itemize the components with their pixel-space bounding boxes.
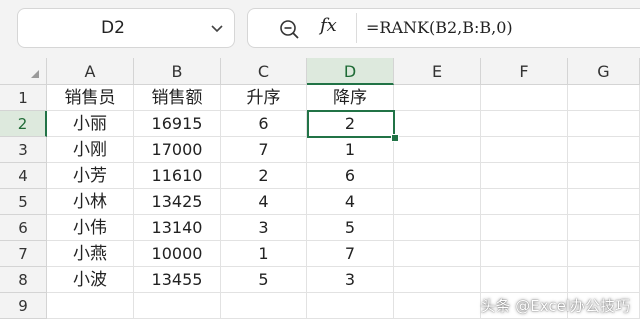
- row-header-5[interactable]: 5: [0, 189, 47, 215]
- cell-d6[interactable]: 5: [307, 215, 394, 241]
- cell-e3[interactable]: [394, 137, 481, 163]
- cell-e1[interactable]: [394, 85, 481, 111]
- spreadsheet-grid: A B C D E F G 1 2 3 4 5 6 7 8 9 销售员 销售额 …: [0, 58, 640, 322]
- cell-f7[interactable]: [481, 241, 568, 267]
- cell-f2[interactable]: [481, 111, 568, 137]
- cell-a8[interactable]: 小波: [47, 267, 134, 293]
- cell-f4[interactable]: [481, 163, 568, 189]
- cell-b4[interactable]: 11610: [134, 163, 221, 189]
- cell-f6[interactable]: [481, 215, 568, 241]
- cell-a7[interactable]: 小燕: [47, 241, 134, 267]
- cell-b2[interactable]: 16915: [134, 111, 221, 137]
- name-box[interactable]: D2: [17, 8, 235, 48]
- cell-a4[interactable]: 小芳: [47, 163, 134, 189]
- column-header-a[interactable]: A: [47, 58, 134, 85]
- row-header-3[interactable]: 3: [0, 137, 47, 163]
- cell-g1[interactable]: [568, 85, 640, 111]
- cell-g5[interactable]: [568, 189, 640, 215]
- cell-f1[interactable]: [481, 85, 568, 111]
- column-header-e[interactable]: E: [394, 58, 481, 85]
- column-header-c[interactable]: C: [221, 58, 307, 85]
- cell-e7[interactable]: [394, 241, 481, 267]
- cell-c4[interactable]: 2: [221, 163, 307, 189]
- cell-d8[interactable]: 3: [307, 267, 394, 293]
- row-header-2[interactable]: 2: [0, 111, 47, 137]
- cell-b8[interactable]: 13455: [134, 267, 221, 293]
- cell-b7[interactable]: 10000: [134, 241, 221, 267]
- cell-b6[interactable]: 13140: [134, 215, 221, 241]
- cell-e9[interactable]: [394, 293, 481, 319]
- formula-toolbar: D2 fx =RANK(B2,B:B,0): [0, 0, 640, 58]
- cell-g3[interactable]: [568, 137, 640, 163]
- cell-f3[interactable]: [481, 137, 568, 163]
- cell-c6[interactable]: 3: [221, 215, 307, 241]
- cell-f5[interactable]: [481, 189, 568, 215]
- cell-d2[interactable]: 2: [307, 111, 394, 137]
- watermark: 头条 @Excel办公技巧: [480, 297, 630, 315]
- cell-a9[interactable]: [47, 293, 134, 319]
- cell-e6[interactable]: [394, 215, 481, 241]
- cell-g7[interactable]: [568, 241, 640, 267]
- cell-b5[interactable]: 13425: [134, 189, 221, 215]
- cell-d4[interactable]: 6: [307, 163, 394, 189]
- cell-a5[interactable]: 小林: [47, 189, 134, 215]
- column-header-g[interactable]: G: [568, 58, 640, 85]
- cell-d7[interactable]: 7: [307, 241, 394, 267]
- cell-g4[interactable]: [568, 163, 640, 189]
- cell-g6[interactable]: [568, 215, 640, 241]
- cell-a1[interactable]: 销售员: [47, 85, 134, 111]
- cell-c8[interactable]: 5: [221, 267, 307, 293]
- column-header-d[interactable]: D: [307, 58, 394, 85]
- divider: [356, 13, 357, 43]
- cell-c7[interactable]: 1: [221, 241, 307, 267]
- insert-function-button[interactable]: fx: [320, 15, 337, 36]
- formula-bar: fx =RANK(B2,B:B,0): [247, 8, 640, 48]
- cell-c9[interactable]: [221, 293, 307, 319]
- cell-a3[interactable]: 小刚: [47, 137, 134, 163]
- cell-b9[interactable]: [134, 293, 221, 319]
- select-all-triangle-icon: [31, 70, 39, 78]
- row-header-4[interactable]: 4: [0, 163, 47, 189]
- formula-input[interactable]: =RANK(B2,B:B,0): [366, 9, 513, 47]
- cell-e2[interactable]: [394, 111, 481, 137]
- row-header-6[interactable]: 6: [0, 215, 47, 241]
- cell-d3[interactable]: 1: [307, 137, 394, 163]
- select-all-button[interactable]: [0, 58, 47, 85]
- row-header-7[interactable]: 7: [0, 241, 47, 267]
- cell-d5[interactable]: 4: [307, 189, 394, 215]
- zoom-out-icon[interactable]: [278, 18, 300, 40]
- column-header-b[interactable]: B: [134, 58, 221, 85]
- cell-e8[interactable]: [394, 267, 481, 293]
- cell-a2[interactable]: 小丽: [47, 111, 134, 137]
- cell-a6[interactable]: 小伟: [47, 215, 134, 241]
- cell-g8[interactable]: [568, 267, 640, 293]
- cell-c2[interactable]: 6: [221, 111, 307, 137]
- column-header-f[interactable]: F: [481, 58, 568, 85]
- fill-handle[interactable]: [391, 134, 399, 142]
- row-header-8[interactable]: 8: [0, 267, 47, 293]
- cell-f8[interactable]: [481, 267, 568, 293]
- cell-c5[interactable]: 4: [221, 189, 307, 215]
- row-header-1[interactable]: 1: [0, 85, 47, 111]
- cell-e4[interactable]: [394, 163, 481, 189]
- cell-b1[interactable]: 销售额: [134, 85, 221, 111]
- cell-d1[interactable]: 降序: [307, 85, 394, 111]
- cell-c3[interactable]: 7: [221, 137, 307, 163]
- row-header-9[interactable]: 9: [0, 293, 47, 319]
- chevron-down-icon[interactable]: [210, 21, 224, 35]
- cell-g2[interactable]: [568, 111, 640, 137]
- cell-d9[interactable]: [307, 293, 394, 319]
- cell-c1[interactable]: 升序: [221, 85, 307, 111]
- name-box-value[interactable]: D2: [18, 9, 208, 47]
- cell-b3[interactable]: 17000: [134, 137, 221, 163]
- cell-e5[interactable]: [394, 189, 481, 215]
